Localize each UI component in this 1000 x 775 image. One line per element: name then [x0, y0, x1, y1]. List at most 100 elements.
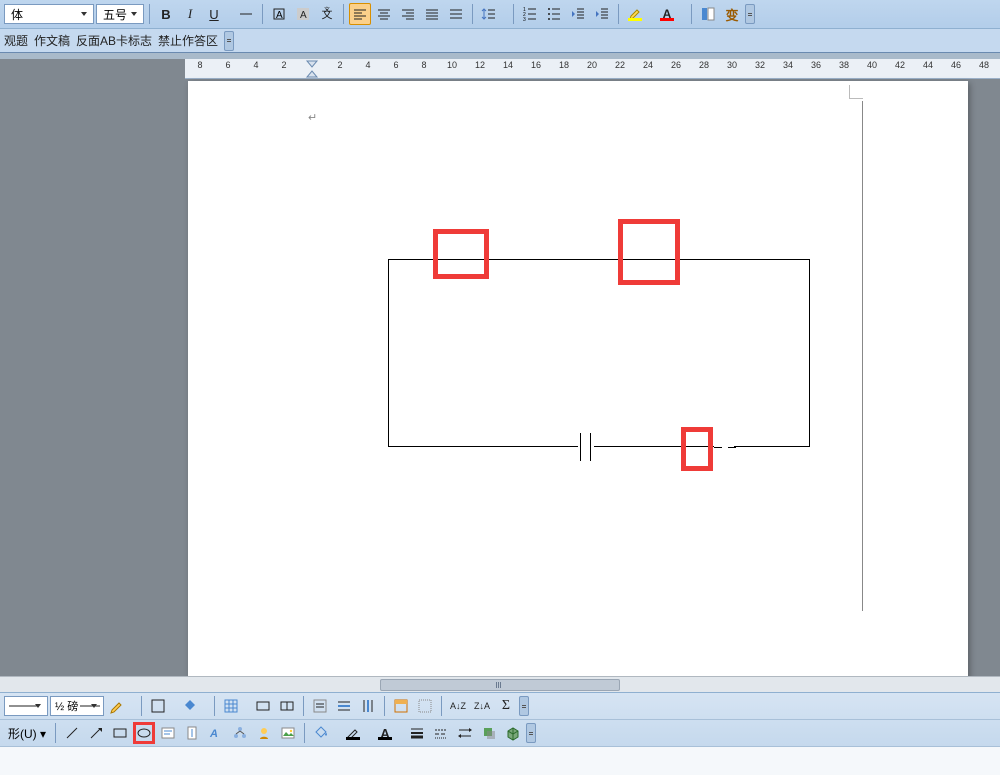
- merge-cells-button[interactable]: [252, 695, 274, 717]
- red-highlight-box-1: [433, 229, 489, 279]
- highlight-color-button[interactable]: [624, 3, 654, 25]
- bullet-list-button[interactable]: [543, 3, 565, 25]
- ruler-tick-label: 28: [699, 60, 709, 70]
- phonetic-guide-button[interactable]: 文 文: [316, 3, 338, 25]
- align-right-button[interactable]: [397, 3, 419, 25]
- hide-gridlines-button[interactable]: [414, 695, 436, 717]
- diagram-button[interactable]: [229, 722, 251, 744]
- tab-forbidden-area[interactable]: 禁止作答区: [158, 30, 218, 51]
- table-autoformat-button[interactable]: [390, 695, 412, 717]
- ruler-tick-label: 10: [447, 60, 457, 70]
- pen-color-button[interactable]: [106, 695, 136, 717]
- autosum-button[interactable]: Σ: [495, 695, 517, 717]
- decrease-indent-button[interactable]: [567, 3, 589, 25]
- ruler-tick-label: 16: [531, 60, 541, 70]
- svg-text:3: 3: [523, 17, 526, 22]
- horizontal-scrollbar[interactable]: [0, 676, 1000, 692]
- tab-guan-ti[interactable]: 观题: [4, 30, 28, 51]
- document-page[interactable]: ↵: [188, 81, 968, 692]
- sort-ascending-button[interactable]: A↓Z: [447, 695, 469, 717]
- font-family-dropdown[interactable]: 体: [4, 4, 94, 24]
- char-shading-button[interactable]: A: [292, 3, 314, 25]
- ruler-tick-label: 4: [365, 60, 370, 70]
- separator: [343, 4, 344, 24]
- shading-color-button[interactable]: [179, 695, 209, 717]
- line-weight-dropdown[interactable]: ½ 磅: [50, 696, 104, 716]
- formatting-toolbar: 体 五号 B I U A A 文 文: [0, 0, 1000, 28]
- line-style-dropdown[interactable]: [4, 696, 48, 716]
- 3d-style-button[interactable]: [502, 722, 524, 744]
- wordart-button[interactable]: A: [205, 722, 227, 744]
- ruler-tick-label: 2: [281, 60, 286, 70]
- circuit-outer-rect[interactable]: [388, 259, 810, 447]
- ruler-tick-label: 34: [783, 60, 793, 70]
- ruler-tick-label: 32: [755, 60, 765, 70]
- char-border-button[interactable]: A: [268, 3, 290, 25]
- separator: [618, 4, 619, 24]
- text-color-button[interactable]: A: [374, 722, 404, 744]
- scrollbar-thumb[interactable]: [380, 679, 620, 691]
- bold-button[interactable]: B: [155, 3, 177, 25]
- numbered-list-button[interactable]: 123: [519, 3, 541, 25]
- textbox-tool-button[interactable]: [157, 722, 179, 744]
- document-map-button[interactable]: [697, 3, 719, 25]
- separator: [214, 696, 215, 716]
- separator: [513, 4, 514, 24]
- status-bar: [0, 747, 1000, 775]
- line-color-button[interactable]: [342, 722, 372, 744]
- document-area: 8 6 4 2 2 4 6 8 10 12 14 16 18 20 22 24 …: [0, 59, 1000, 692]
- ruler-tick-label: 40: [867, 60, 877, 70]
- arrow-tool-button[interactable]: [85, 722, 107, 744]
- indent-marker-icon[interactable]: [305, 60, 319, 78]
- line-style-button[interactable]: [406, 722, 428, 744]
- reading-layout-button[interactable]: 变: [721, 3, 743, 25]
- border-button[interactable]: [147, 695, 177, 717]
- line-tool-button[interactable]: [61, 722, 83, 744]
- margin-line: [862, 101, 863, 611]
- align-justify-button[interactable]: [421, 3, 443, 25]
- align-center-button[interactable]: [373, 3, 395, 25]
- increase-indent-button[interactable]: [591, 3, 613, 25]
- capacitor-plate: [590, 433, 591, 461]
- vertical-textbox-button[interactable]: [181, 722, 203, 744]
- tab-composition[interactable]: 作文稿: [34, 30, 70, 51]
- font-size-dropdown[interactable]: 五号: [96, 4, 144, 24]
- align-distribute-button[interactable]: [445, 3, 467, 25]
- distribute-rows-button[interactable]: [333, 695, 355, 717]
- arrow-style-button[interactable]: [454, 722, 476, 744]
- strikethrough-button[interactable]: [235, 3, 257, 25]
- ruler-tick-label: 4: [253, 60, 258, 70]
- oval-tool-button[interactable]: [133, 722, 155, 744]
- insert-table-button[interactable]: [220, 695, 250, 717]
- align-left-button[interactable]: [349, 3, 371, 25]
- svg-text:A: A: [276, 10, 283, 21]
- separator: [303, 696, 304, 716]
- shadow-style-button[interactable]: [478, 722, 500, 744]
- chevron-down-icon: [87, 697, 101, 715]
- toolbar-overflow-handle[interactable]: [519, 696, 529, 716]
- autoshapes-menu[interactable]: 形(U) ▾: [4, 725, 50, 742]
- line-spacing-button[interactable]: [478, 3, 508, 25]
- rectangle-tool-button[interactable]: [109, 722, 131, 744]
- dash-style-button[interactable]: [430, 722, 452, 744]
- italic-button[interactable]: I: [179, 3, 201, 25]
- separator: [149, 4, 150, 24]
- toolbar-overflow-handle[interactable]: [224, 31, 234, 51]
- font-color-button[interactable]: A: [656, 3, 686, 25]
- insert-picture-button[interactable]: [277, 722, 299, 744]
- sort-descending-button[interactable]: Z↓A: [471, 695, 493, 717]
- distribute-cols-button[interactable]: [357, 695, 379, 717]
- tables-borders-toolbar: ½ 磅: [0, 693, 1000, 720]
- clipart-button[interactable]: [253, 722, 275, 744]
- cell-align-button[interactable]: [309, 695, 331, 717]
- formatting-toolbar-region: 体 五号 B I U A A 文 文: [0, 0, 1000, 53]
- toolbar-overflow-handle[interactable]: [745, 4, 755, 24]
- fill-color-button[interactable]: [310, 722, 340, 744]
- horizontal-ruler[interactable]: 8 6 4 2 2 4 6 8 10 12 14 16 18 20 22 24 …: [185, 59, 1000, 79]
- split-cells-button[interactable]: [276, 695, 298, 717]
- underline-button[interactable]: U: [203, 3, 233, 25]
- ruler-tick-label: 36: [811, 60, 821, 70]
- tab-ab-card-mark[interactable]: 反面AB卡标志: [76, 30, 152, 51]
- toolbar-overflow-handle[interactable]: [526, 723, 536, 743]
- ruler-tick-label: 6: [393, 60, 398, 70]
